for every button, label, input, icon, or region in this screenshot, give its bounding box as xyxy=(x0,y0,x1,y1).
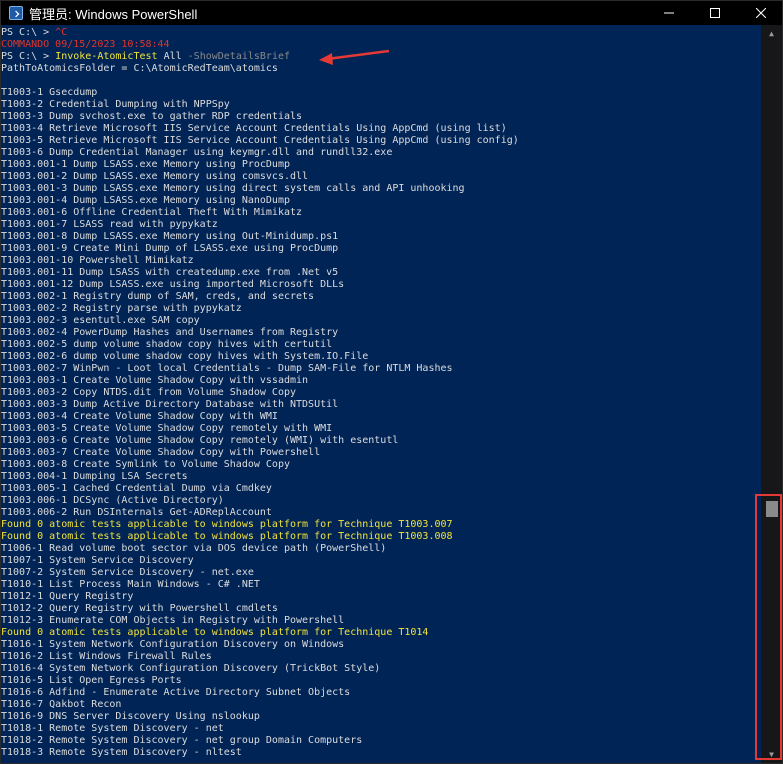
console-line: T1003.001-2 Dump LSASS.exe Memory using … xyxy=(1,171,309,182)
console-line: T1003.002-4 PowerDump Hashes and Usernam… xyxy=(1,327,339,338)
console-line: COMMANDO 09/15/2023 10:58:44 xyxy=(1,39,170,50)
console-line: T1003-2 Credential Dumping with NPPSpy xyxy=(1,99,230,110)
console-line: T1003.001-7 LSASS read with pypykatz xyxy=(1,219,218,230)
console-line: T1016-6 Adfind - Enumerate Active Direct… xyxy=(1,687,351,698)
console-line: T1003.001-12 Dump LSASS.exe using import… xyxy=(1,279,345,290)
window-controls xyxy=(646,1,782,25)
scroll-up-arrow-icon[interactable]: ▲ xyxy=(761,25,782,42)
console-line: T1003-3 Dump svchost.exe to gather RDP c… xyxy=(1,111,303,122)
minimize-icon xyxy=(664,12,674,14)
console-line: T1003.003-7 Create Volume Shadow Copy wi… xyxy=(1,447,321,458)
console-line: T1018-1 Remote System Discovery - net xyxy=(1,723,224,734)
console-line: T1003.003-6 Create Volume Shadow Copy re… xyxy=(1,435,399,446)
console-line: T1003.004-1 Dumping LSA Secrets xyxy=(1,471,188,482)
close-icon xyxy=(756,8,766,18)
console-line: T1003-5 Retrieve Microsoft IIS Service A… xyxy=(1,135,519,146)
scroll-down-arrow-icon[interactable]: ▼ xyxy=(761,746,782,763)
scrollbar-thumb[interactable] xyxy=(766,501,778,517)
console-line: T1010-1 List Process Main Windows - C# .… xyxy=(1,579,260,590)
command-token: PS C:\ > xyxy=(1,51,56,62)
console-line: T1016-4 System Network Configuration Dis… xyxy=(1,663,381,674)
console-line: T1003.003-1 Create Volume Shadow Copy wi… xyxy=(1,375,309,386)
console-line: T1016-1 System Network Configuration Dis… xyxy=(1,639,345,650)
console-line: T1012-1 Query Registry xyxy=(1,591,134,602)
console-line: T1003.002-2 Registry parse with pypykatz xyxy=(1,303,242,314)
console-line: T1003.003-5 Create Volume Shadow Copy re… xyxy=(1,423,333,434)
console-line: T1006-1 Read volume boot sector via DOS … xyxy=(1,543,387,554)
console-line: T1003.001-9 Create Mini Dump of LSASS.ex… xyxy=(1,243,339,254)
console-line: T1003-6 Dump Credential Manager using ke… xyxy=(1,147,393,158)
interrupt-text: ^C xyxy=(55,27,68,38)
console-line: T1003.001-11 Dump LSASS with createdump.… xyxy=(1,267,339,278)
close-button[interactable] xyxy=(738,1,782,25)
console-line: T1003.006-2 Run DSInternals Get-ADReplAc… xyxy=(1,507,272,518)
console-line: T1018-2 Remote System Discovery - net gr… xyxy=(1,735,363,746)
console-line: T1003.001-3 Dump LSASS.exe Memory using … xyxy=(1,183,465,194)
console-output[interactable]: PS C:\ > ^C COMMANDO 09/15/2023 10:58:44 P… xyxy=(1,27,763,763)
command-token: All xyxy=(157,51,188,62)
console-line: T1012-3 Enumerate COM Objects in Registr… xyxy=(1,615,345,626)
console-line: T1016-5 List Open Egress Ports xyxy=(1,675,182,686)
console-line: T1003.003-4 Create Volume Shadow Copy wi… xyxy=(1,411,278,422)
console-line: T1003.001-6 Offline Credential Theft Wit… xyxy=(1,207,303,218)
console-line: PS C:\ > Invoke-AtomicTest All -ShowDeta… xyxy=(1,51,763,63)
console-line: Found 0 atomic tests applicable to windo… xyxy=(1,627,429,638)
console-line: T1012-2 Query Registry with Powershell c… xyxy=(1,603,278,614)
maximize-button[interactable] xyxy=(692,1,738,25)
minimize-button[interactable] xyxy=(646,1,692,25)
console-line: T1003.005-1 Cached Credential Dump via C… xyxy=(1,483,272,494)
command-token: Invoke-AtomicTest xyxy=(55,51,158,62)
console-line: T1016-7 Qakbot Recon xyxy=(1,699,122,710)
console-line: T1003.002-6 dump volume shadow copy hive… xyxy=(1,351,369,362)
console-line: T1003.003-2 Copy NTDS.dit from Volume Sh… xyxy=(1,387,297,398)
console-line: T1003.001-8 Dump LSASS.exe Memory using … xyxy=(1,231,339,242)
window-title: 管理员: Windows PowerShell xyxy=(29,6,198,22)
console-line: T1003.001-10 Powershell Mimikatz xyxy=(1,255,194,266)
console-line: T1003.002-7 WinPwn - Loot local Credenti… xyxy=(1,363,453,374)
console-line: T1018-3 Remote System Discovery - nltest xyxy=(1,747,242,758)
console-line: T1003.001-4 Dump LSASS.exe Memory using … xyxy=(1,195,290,206)
console-line: T1003.002-5 dump volume shadow copy hive… xyxy=(1,339,333,350)
console-line: T1003.001-1 Dump LSASS.exe Memory using … xyxy=(1,159,290,170)
console-line: T1003.002-1 Registry dump of SAM, creds,… xyxy=(1,291,315,302)
powershell-icon xyxy=(9,6,23,20)
console-line: T1016-9 DNS Server Discovery Using nsloo… xyxy=(1,711,260,722)
console-line: Found 0 atomic tests applicable to windo… xyxy=(1,519,453,530)
prompt-text: PS C:\ > xyxy=(1,27,56,38)
console-line: Found 0 atomic tests applicable to windo… xyxy=(1,531,453,542)
maximize-icon xyxy=(710,8,720,18)
console-line: T1016-2 List Windows Firewall Rules xyxy=(1,651,212,662)
title-bar[interactable]: 管理员: Windows PowerShell xyxy=(1,1,782,25)
console-line: PS C:\ > ^C xyxy=(1,27,763,39)
console-line: T1007-2 System Service Discovery - net.e… xyxy=(1,567,254,578)
console-line: T1003.003-8 Create Symlink to Volume Sha… xyxy=(1,459,290,470)
console-line: T1003-4 Retrieve Microsoft IIS Service A… xyxy=(1,123,507,134)
powershell-window: 管理员: Windows PowerShell PS C:\ > ^C COMMA… xyxy=(0,0,783,764)
console-line: T1003.006-1 DCSync (Active Directory) xyxy=(1,495,224,506)
vertical-scrollbar[interactable]: ▲ ▼ xyxy=(761,25,782,763)
console-line: T1003-1 Gsecdump xyxy=(1,87,98,98)
console-line: T1003.003-3 Dump Active Directory Databa… xyxy=(1,399,339,410)
console-line: PathToAtomicsFolder = C:\AtomicRedTeam\a… xyxy=(1,63,278,74)
command-token: -ShowDetailsBrief xyxy=(187,51,291,62)
console-line: T1007-1 System Service Discovery xyxy=(1,555,194,566)
console-line: T1003.002-3 esentutl.exe SAM copy xyxy=(1,315,200,326)
